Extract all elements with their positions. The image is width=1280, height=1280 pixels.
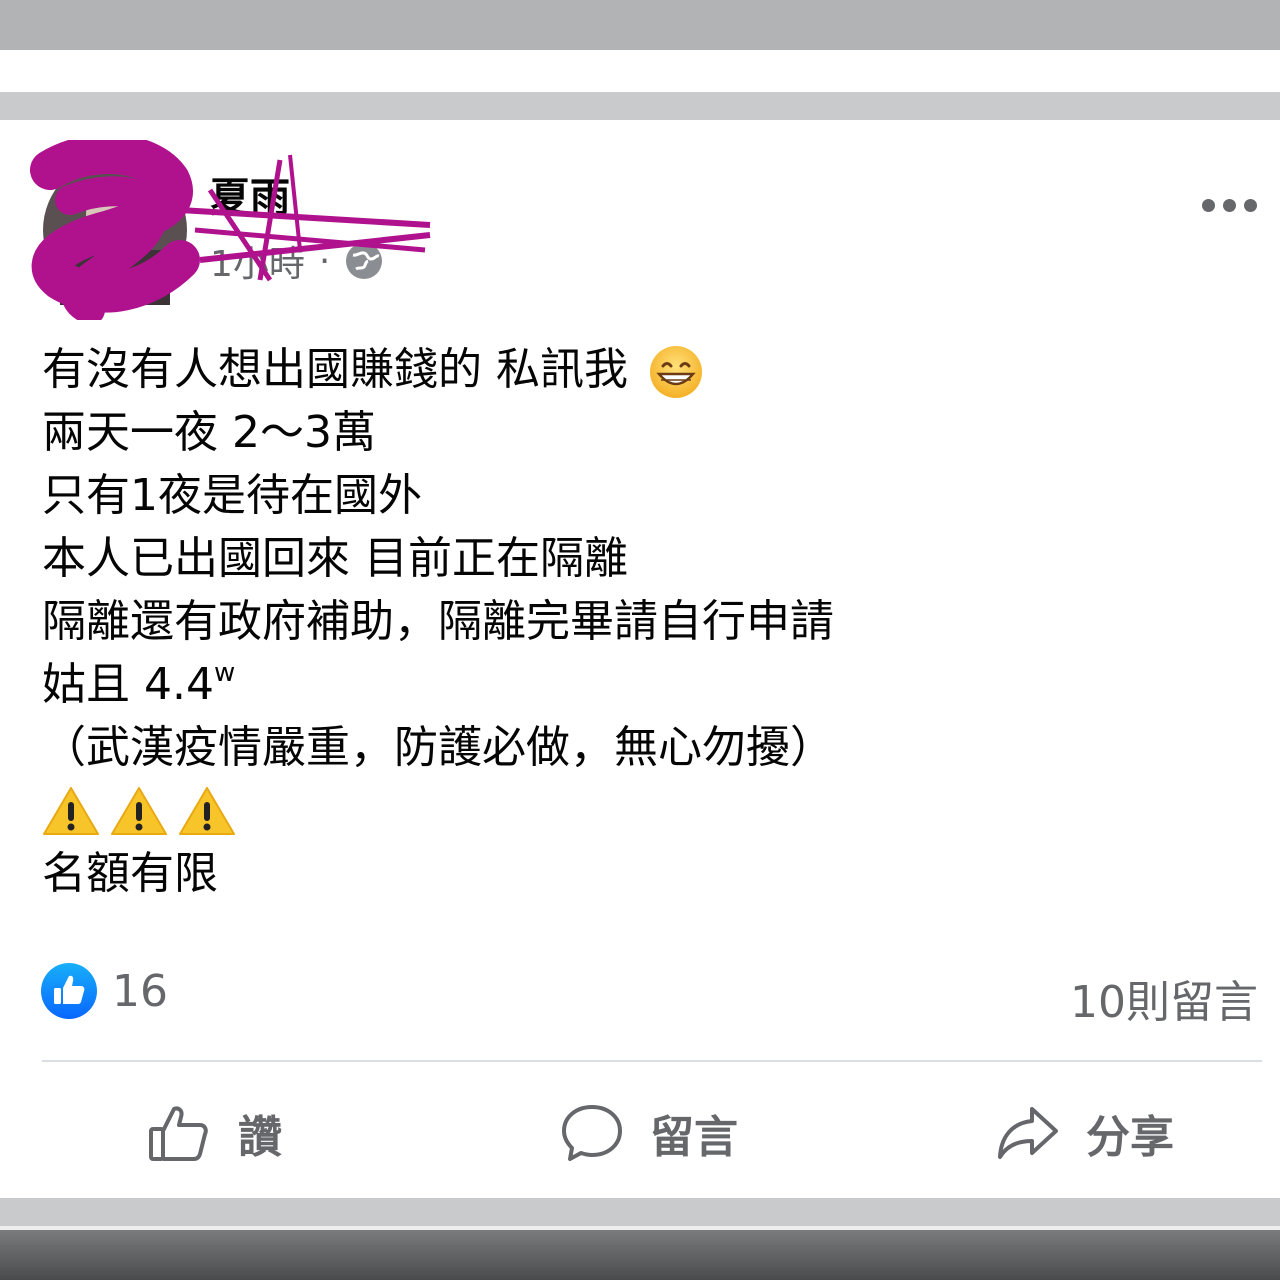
avatar[interactable] xyxy=(40,155,190,305)
post-meta: 1小時 · xyxy=(210,236,384,286)
grinning-face-icon xyxy=(650,346,702,398)
feed-separator xyxy=(0,92,1280,120)
comments-count[interactable]: 10則留言 xyxy=(1070,966,1258,1030)
post-line: 名額有限 xyxy=(42,848,218,899)
top-bezel xyxy=(0,0,1280,50)
like-button[interactable]: 讚 xyxy=(146,1085,282,1180)
like-button-label: 讚 xyxy=(238,1111,282,1163)
meta-separator: · xyxy=(318,240,331,282)
share-arrow-icon xyxy=(998,1106,1058,1159)
post-line: 姑且 4.4w xyxy=(42,653,1242,716)
post-line-text: 有沒有人想出國賺錢的 私訊我 xyxy=(42,344,628,395)
post-line: 隔離還有政府補助，隔離完畢請自行申請 xyxy=(42,596,834,647)
more-options-icon[interactable] xyxy=(1202,190,1262,220)
post-line-text: 姑且 4.4 xyxy=(42,659,214,710)
warning-icon xyxy=(111,786,167,835)
post-line: （武漢疫情嚴重，防護必做，無心勿擾） xyxy=(42,722,834,773)
warning-icon xyxy=(43,786,99,835)
divider xyxy=(42,1060,1262,1062)
share-button[interactable]: 分享 xyxy=(994,1085,1174,1180)
like-count: 16 xyxy=(112,965,168,1017)
comment-button-label: 留言 xyxy=(650,1111,738,1163)
more-dot xyxy=(1244,198,1257,212)
warning-icon xyxy=(179,786,235,835)
globe-icon xyxy=(346,243,383,279)
like-badge-icon xyxy=(41,963,97,1019)
warning-row xyxy=(42,779,1242,842)
reactions-summary[interactable]: 16 xyxy=(40,962,168,1020)
speech-bubble-icon xyxy=(562,1104,622,1161)
author-name[interactable]: 夏雨 xyxy=(210,165,290,223)
action-bar: 讚 留言 分享 xyxy=(0,1085,1280,1180)
more-dot xyxy=(1202,198,1215,212)
post-line: 只有1夜是待在國外 xyxy=(42,470,422,521)
post-line: 有沒有人想出國賺錢的 私訊我 xyxy=(42,338,1242,401)
post-line: 兩天一夜 2～3萬 xyxy=(42,407,376,458)
share-button-label: 分享 xyxy=(1086,1111,1174,1163)
bottom-bezel xyxy=(0,1230,1280,1280)
feed-separator-bottom xyxy=(0,1198,1280,1228)
post-time[interactable]: 1小時 xyxy=(210,235,305,287)
previous-post-edge xyxy=(0,50,1280,92)
post-line: 本人已出國回來 目前正在隔離 xyxy=(42,533,628,584)
post-line-superscript: w xyxy=(213,658,236,688)
more-dot xyxy=(1223,198,1236,212)
thumbs-up-icon xyxy=(149,1106,208,1161)
comment-button[interactable]: 留言 xyxy=(558,1085,738,1180)
post-body: 有沒有人想出國賺錢的 私訊我 兩天一夜 2～3萬 只有1夜是待在國外 本人已出國… xyxy=(42,338,1242,905)
